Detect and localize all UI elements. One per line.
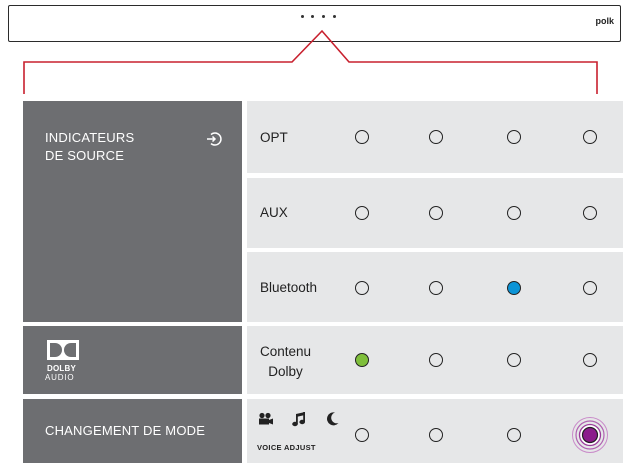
- indicator-light-off: [429, 353, 443, 367]
- music-note-icon: [292, 412, 305, 427]
- callout-bracket: [23, 29, 598, 94]
- indicator-light-off: [355, 428, 369, 442]
- source-indicators-label: INDICATEURS DE SOURCE: [45, 130, 135, 163]
- mode-change-panel: CHANGEMENT DE MODE: [23, 399, 242, 463]
- input-arrow-icon: [207, 132, 222, 146]
- indicator-light-off: [507, 206, 521, 220]
- indicator-light-off: [583, 206, 597, 220]
- indicator-light-off: [507, 428, 521, 442]
- dolby-panel: DOLBY AUDIO: [23, 326, 242, 394]
- indicator-light-off: [429, 281, 443, 295]
- indicator-light-off: [355, 130, 369, 144]
- mode-change-label: CHANGEMENT DE MODE: [45, 423, 206, 438]
- row-label: Contenu Dolby: [260, 344, 312, 379]
- indicator-light-off: [355, 206, 369, 220]
- moon-icon: [327, 412, 339, 426]
- indicator-light-off: [583, 130, 597, 144]
- indicator-light-off: [507, 353, 521, 367]
- indicator-light-off: [429, 206, 443, 220]
- indicator-light-off: [583, 281, 597, 295]
- dolby-logo-line2: AUDIO: [45, 373, 75, 382]
- indicator-light-blue: [507, 281, 521, 295]
- indicator-light-off: [507, 130, 521, 144]
- indicator-light-off: [429, 428, 443, 442]
- row-label: OPT: [260, 130, 288, 145]
- callout-line: [23, 29, 598, 94]
- indicator-light-purple-pulse: [572, 417, 608, 453]
- indicator-light-off: [429, 130, 443, 144]
- row-label: Bluetooth: [260, 280, 318, 295]
- dolby-logo-line1: DOLBY: [47, 364, 76, 373]
- indicator-light-off: [583, 353, 597, 367]
- voice-adjust-label: VOICE ADJUST: [257, 443, 316, 452]
- indicator-light-green: [355, 353, 369, 367]
- movie-camera-icon: [259, 412, 273, 425]
- dolby-logo-icon: [47, 340, 79, 360]
- indicator-light-off: [355, 281, 369, 295]
- row-label: AUX: [260, 205, 288, 220]
- source-indicators-panel: INDICATEURS DE SOURCE: [23, 101, 242, 322]
